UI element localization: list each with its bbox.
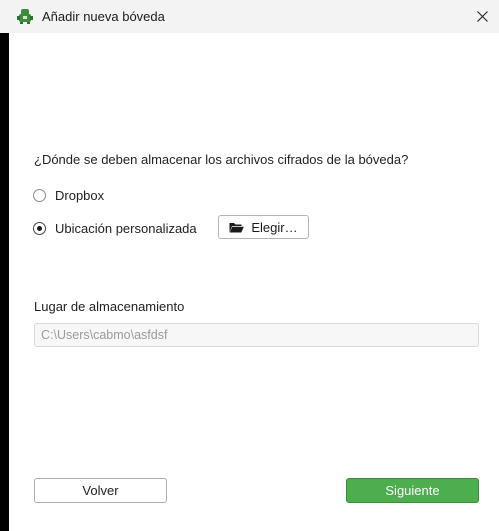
radio-label-dropbox: Dropbox xyxy=(55,188,105,203)
radio-dropbox[interactable] xyxy=(33,189,46,202)
close-icon xyxy=(476,11,488,22)
radio-custom-location[interactable] xyxy=(33,222,46,235)
storage-question: ¿Dónde se deben almacenar los archivos c… xyxy=(34,152,409,167)
next-button[interactable]: Siguiente xyxy=(346,478,479,503)
left-window-edge xyxy=(0,33,9,531)
title-bar: Añadir nueva bóveda xyxy=(0,0,499,33)
app-logo-icon xyxy=(17,9,33,24)
storage-location-label: Lugar de almacenamiento xyxy=(34,299,185,314)
choose-button-label: Elegir… xyxy=(251,219,298,235)
radio-label-custom-location: Ubicación personalizada xyxy=(55,221,197,236)
dialog-content: ¿Dónde se deben almacenar los archivos c… xyxy=(9,33,499,531)
option-custom-location[interactable]: Ubicación personalizada xyxy=(33,221,197,236)
storage-path-field[interactable] xyxy=(34,323,479,347)
choose-button[interactable]: Elegir… xyxy=(218,215,309,239)
back-button[interactable]: Volver xyxy=(34,478,167,503)
option-dropbox[interactable]: Dropbox xyxy=(33,188,104,203)
folder-open-icon xyxy=(229,222,245,232)
window-title: Añadir nueva bóveda xyxy=(42,9,165,24)
close-button[interactable] xyxy=(465,0,499,33)
